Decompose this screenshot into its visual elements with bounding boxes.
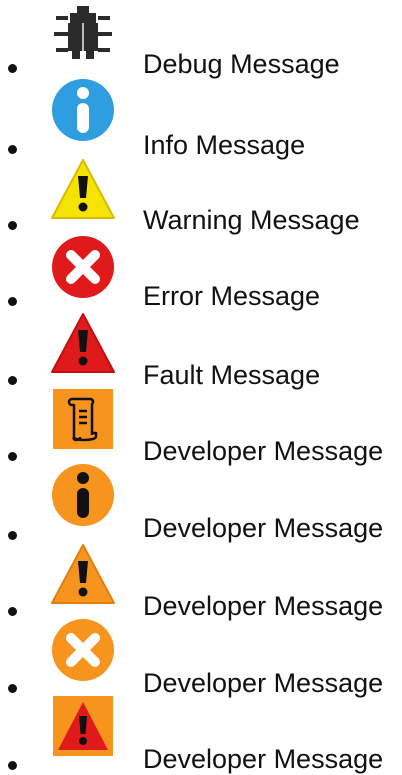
bullet: [8, 297, 17, 306]
bullet: [8, 145, 17, 154]
item-label: Debug Message: [143, 49, 340, 79]
list-item-warning: Warning Message: [0, 154, 402, 235]
bullet: [8, 684, 17, 693]
fault-icon: [50, 312, 116, 376]
info-icon: [50, 78, 116, 142]
list-item-developer-fault: Developer Message: [0, 693, 402, 774]
error-icon: [50, 618, 116, 682]
scroll-icon: [50, 387, 116, 451]
list-item-error: Error Message: [0, 231, 402, 311]
list-item-debug: Debug Message: [0, 0, 402, 79]
bullet: [8, 761, 17, 770]
list-item-fault: Fault Message: [0, 308, 402, 390]
fault-icon: [50, 694, 116, 758]
list-item-developer-scroll: Developer Message: [0, 385, 402, 466]
list-item-info: Info Message: [0, 77, 402, 160]
list-item-developer-error: Developer Message: [0, 616, 402, 698]
warning-icon: [50, 543, 116, 607]
item-label: Developer Message: [143, 744, 384, 774]
bug-icon: [50, 2, 116, 66]
error-icon: [50, 235, 116, 299]
bullet: [8, 221, 17, 230]
bullet: [8, 607, 17, 616]
bullet: [8, 64, 17, 73]
bullet: [8, 452, 17, 461]
warning-icon: [50, 158, 116, 222]
bullet: [8, 376, 17, 385]
list-item-developer-warning: Developer Message: [0, 539, 402, 621]
list-item-developer-info: Developer Message: [0, 462, 402, 543]
info-icon: [50, 463, 116, 527]
message-type-list: Debug Message Info Message Warning Messa…: [0, 0, 402, 774]
